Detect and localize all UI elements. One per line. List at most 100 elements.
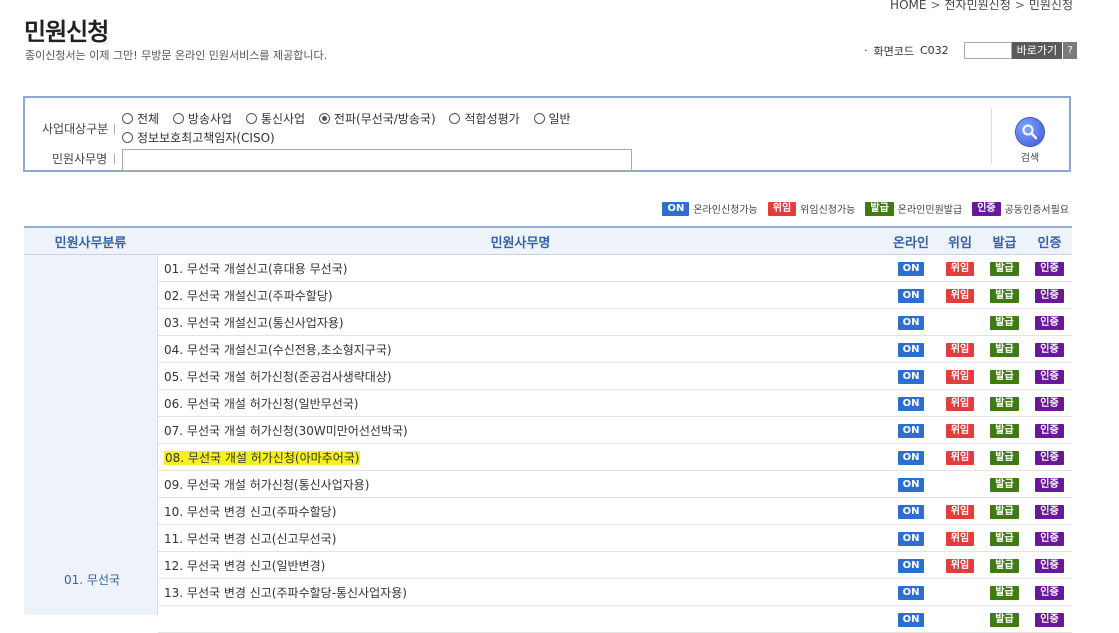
online-badge[interactable]: ON bbox=[897, 262, 925, 276]
radio-button[interactable] bbox=[172, 113, 184, 124]
service-name-input[interactable] bbox=[122, 149, 632, 171]
table-row: 12. 무선국 변경 신고(일반변경) ON 위임 발급 인증 bbox=[158, 552, 1072, 579]
issue-badge[interactable]: 발급 bbox=[990, 424, 1019, 438]
delegate-badge[interactable]: 위임 bbox=[945, 424, 975, 438]
service-name-link[interactable]: 08. 무선국 개설 허가신청(아마추어국) bbox=[158, 449, 884, 466]
online-badge[interactable]: ON bbox=[897, 613, 925, 627]
radio-button-selected[interactable] bbox=[318, 113, 330, 124]
service-name-link[interactable]: 07. 무선국 개설 허가신청(30W미만어선선박국) bbox=[158, 422, 884, 439]
online-badge[interactable]: ON bbox=[897, 289, 925, 303]
service-name-link[interactable]: 03. 무선국 개설신고(통신사업자용) bbox=[158, 314, 884, 331]
delegate-badge[interactable]: 위임 bbox=[945, 289, 975, 303]
radio-radio-wave[interactable]: 전파(무선국/방송국) bbox=[318, 109, 436, 128]
table-row: 10. 무선국 변경 신고(주파수할당) ON 위임 발급 인증 bbox=[158, 498, 1072, 525]
cert-badge[interactable]: 인증 bbox=[1035, 397, 1064, 411]
go-button[interactable]: 바로가기 bbox=[1011, 42, 1063, 59]
issue-badge[interactable]: 발급 bbox=[990, 343, 1019, 357]
radio-button[interactable] bbox=[533, 113, 545, 124]
cert-badge[interactable]: 인증 bbox=[1035, 316, 1064, 330]
delegate-badge[interactable]: 위임 bbox=[945, 559, 975, 573]
cert-badge[interactable]: 인증 bbox=[1035, 532, 1064, 546]
delegate-badge[interactable]: 위임 bbox=[945, 370, 975, 384]
delegate-badge[interactable]: 위임 bbox=[945, 262, 975, 276]
service-name-link[interactable]: 13. 무선국 변경 신고(주파수할당-통신사업자용) bbox=[158, 584, 884, 601]
screen-code-input[interactable] bbox=[963, 42, 1012, 59]
service-name-link[interactable]: 04. 무선국 개설신고(수신전용,초소형지구국) bbox=[158, 341, 884, 358]
service-name-link[interactable]: 09. 무선국 개설 허가신청(통신사업자용) bbox=[158, 476, 884, 493]
name-label: 민원사무명 bbox=[52, 152, 108, 166]
delegate-badge-cell: 위임 bbox=[938, 341, 982, 357]
screen-code-value: C032 bbox=[919, 44, 949, 57]
search-icon bbox=[1016, 118, 1044, 146]
issue-badge[interactable]: 발급 bbox=[990, 262, 1019, 276]
issue-badge-cell: 발급 bbox=[982, 422, 1027, 438]
service-name-link[interactable]: 06. 무선국 개설 허가신청(일반무선국) bbox=[158, 395, 884, 412]
issue-badge[interactable]: 발급 bbox=[990, 613, 1019, 627]
service-name: 07. 무선국 개설 허가신청(30W미만어선선박국) bbox=[164, 423, 408, 438]
search-button[interactable]: 검색 bbox=[1015, 118, 1045, 164]
online-badge[interactable]: ON bbox=[897, 343, 925, 357]
online-badge[interactable]: ON bbox=[897, 586, 925, 600]
radio-general[interactable]: 일반 bbox=[533, 109, 571, 128]
issue-badge[interactable]: 발급 bbox=[990, 289, 1019, 303]
issue-badge-cell: 발급 bbox=[982, 449, 1027, 465]
issue-badge[interactable]: 발급 bbox=[990, 532, 1019, 546]
service-name-link[interactable]: 02. 무선국 개설신고(주파수할당) bbox=[158, 287, 884, 304]
radio-telecom[interactable]: 통신사업 bbox=[245, 109, 305, 128]
issue-badge[interactable]: 발급 bbox=[990, 559, 1019, 573]
delegate-badge-cell: 위임 bbox=[938, 503, 982, 519]
radio-button[interactable] bbox=[122, 132, 133, 143]
cert-badge-cell: 인증 bbox=[1027, 584, 1072, 600]
cert-badge[interactable]: 인증 bbox=[1035, 343, 1064, 357]
delegate-badge[interactable]: 위임 bbox=[945, 532, 975, 546]
online-badge[interactable]: ON bbox=[897, 478, 925, 492]
service-name-link[interactable]: 12. 무선국 변경 신고(일반변경) bbox=[158, 557, 884, 574]
delegate-badge[interactable]: 위임 bbox=[945, 505, 975, 519]
breadcrumb-section[interactable]: 전자민원신청 bbox=[945, 0, 1011, 12]
delegate-badge[interactable]: 위임 bbox=[945, 397, 975, 411]
online-badge[interactable]: ON bbox=[897, 424, 925, 438]
cert-badge[interactable]: 인증 bbox=[1035, 262, 1064, 276]
radio-all[interactable]: 전체 bbox=[122, 109, 159, 128]
cert-badge[interactable]: 인증 bbox=[1035, 370, 1064, 384]
radio-ciso[interactable]: 정보보호최고책임자(CISO) bbox=[122, 128, 275, 147]
online-badge[interactable]: ON bbox=[897, 397, 925, 411]
cert-badge[interactable]: 인증 bbox=[1035, 586, 1064, 600]
service-name-link[interactable]: 01. 무선국 개설신고(휴대용 무선국) bbox=[158, 260, 884, 277]
cert-badge[interactable]: 인증 bbox=[1035, 289, 1064, 303]
breadcrumb-home[interactable]: HOME bbox=[890, 0, 926, 12]
delegate-badge[interactable]: 위임 bbox=[945, 451, 975, 465]
issue-badge[interactable]: 발급 bbox=[990, 397, 1019, 411]
online-badge[interactable]: ON bbox=[897, 451, 925, 465]
radio-broadcast[interactable]: 방송사업 bbox=[172, 109, 232, 128]
cert-badge[interactable]: 인증 bbox=[1035, 451, 1064, 465]
issue-badge[interactable]: 발급 bbox=[990, 316, 1019, 330]
cert-badge[interactable]: 인증 bbox=[1035, 424, 1064, 438]
online-badge[interactable]: ON bbox=[897, 532, 925, 546]
radio-button[interactable] bbox=[449, 113, 461, 124]
radio-button[interactable] bbox=[245, 113, 257, 124]
radio-conformity[interactable]: 적합성평가 bbox=[449, 109, 520, 128]
service-name-link[interactable]: 10. 무선국 변경 신고(주파수할당) bbox=[158, 503, 884, 520]
issue-badge[interactable]: 발급 bbox=[990, 451, 1019, 465]
online-badge[interactable]: ON bbox=[897, 505, 925, 519]
radio-button[interactable] bbox=[122, 113, 133, 124]
cert-badge[interactable]: 인증 bbox=[1035, 505, 1064, 519]
help-button[interactable]: ? bbox=[1063, 42, 1078, 59]
online-badge[interactable]: ON bbox=[897, 316, 925, 330]
cert-badge[interactable]: 인증 bbox=[1035, 559, 1064, 573]
delegate-badge[interactable]: 위임 bbox=[945, 343, 975, 357]
online-badge[interactable]: ON bbox=[897, 370, 925, 384]
service-name-link[interactable]: 11. 무선국 변경 신고(신고무선국) bbox=[158, 530, 884, 547]
issue-badge[interactable]: 발급 bbox=[990, 586, 1019, 600]
cert-badge[interactable]: 인증 bbox=[1035, 478, 1064, 492]
col-header-category: 민원사무분류 bbox=[54, 235, 127, 251]
service-name-link[interactable]: 05. 무선국 개설 허가신청(준공검사생략대상) bbox=[158, 368, 884, 385]
table-row: 07. 무선국 개설 허가신청(30W미만어선선박국) ON 위임 발급 인증 bbox=[158, 417, 1072, 444]
issue-badge[interactable]: 발급 bbox=[990, 505, 1019, 519]
cert-badge[interactable]: 인증 bbox=[1035, 613, 1064, 627]
online-badge[interactable]: ON bbox=[897, 559, 925, 573]
issue-badge[interactable]: 발급 bbox=[990, 370, 1019, 384]
issue-badge[interactable]: 발급 bbox=[990, 478, 1019, 492]
issue-badge-cell: 발급 bbox=[982, 557, 1027, 573]
